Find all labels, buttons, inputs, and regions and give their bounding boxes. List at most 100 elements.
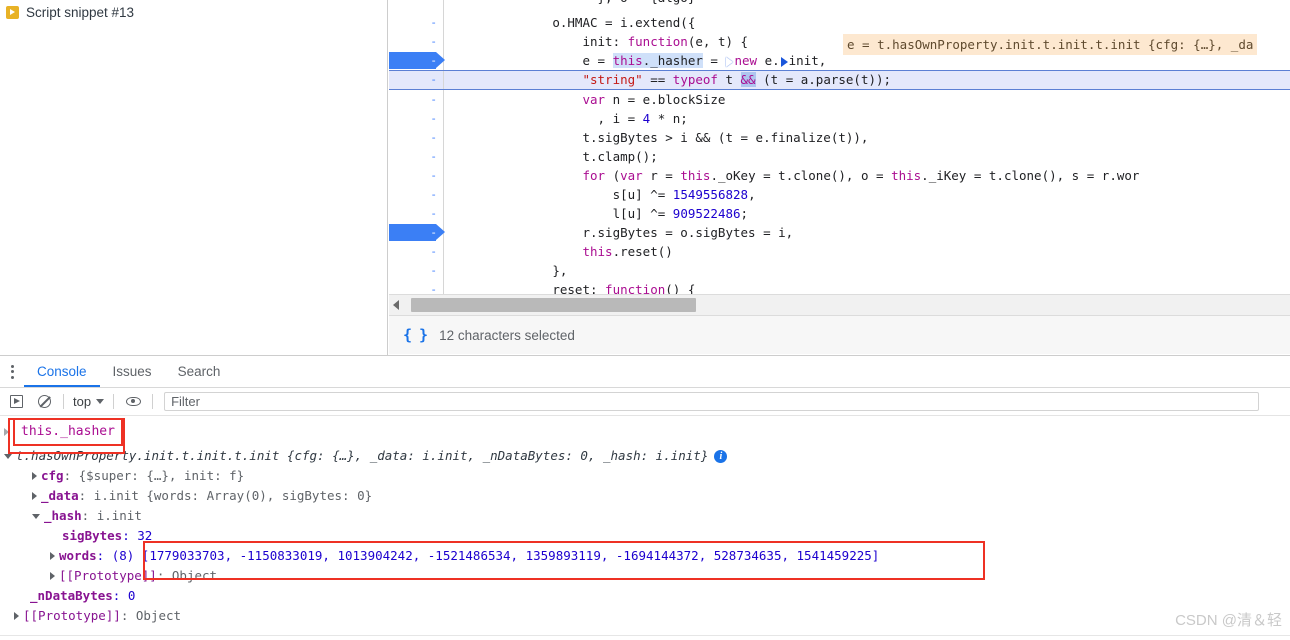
collapse-arrow-icon[interactable] bbox=[32, 513, 40, 519]
code-editor[interactable]: }, o = {algo} - o.HMAC = i.extend({ - in… bbox=[389, 0, 1290, 294]
code-line[interactable]: - o.HMAC = i.extend({ bbox=[389, 13, 1290, 32]
line-number: - bbox=[430, 54, 437, 67]
expand-arrow-icon[interactable] bbox=[4, 428, 9, 436]
property-value: : i.init bbox=[81, 508, 142, 523]
tab-console[interactable]: Console bbox=[24, 357, 100, 387]
property-value: : {$super: {…}, init: f} bbox=[63, 468, 245, 483]
clear-console-icon[interactable] bbox=[30, 388, 58, 415]
object-property-row[interactable]: sigBytes : 32 bbox=[0, 526, 1290, 546]
line-number: - bbox=[430, 35, 437, 48]
line-number: - bbox=[430, 283, 437, 294]
code-line-selected[interactable]: - "string" == typeof t && (t = a.parse(t… bbox=[389, 70, 1290, 90]
chevron-down-icon bbox=[96, 399, 105, 404]
live-expression-icon[interactable] bbox=[119, 388, 147, 415]
console-result-header: t.hasOwnProperty.init.t.init.t.init {cfg… bbox=[0, 446, 1290, 466]
drawer-bottom-edge bbox=[0, 635, 1290, 640]
property-value: : 32 bbox=[122, 528, 153, 543]
property-key: [[Prototype]] bbox=[23, 608, 121, 623]
console-output: this._hasher t.hasOwnProperty.init.t.ini… bbox=[0, 416, 1290, 626]
scrollbar-thumb[interactable] bbox=[411, 298, 696, 312]
line-number: - bbox=[430, 264, 437, 277]
collapse-arrow-icon[interactable] bbox=[4, 453, 12, 459]
code-line-text: reset: function() { bbox=[552, 282, 696, 294]
toolbar-divider bbox=[152, 394, 154, 409]
object-preview-text: t.hasOwnProperty.init.t.init.t.init {cfg… bbox=[16, 448, 709, 463]
code-line-text: e = this._hasher = new e. init, bbox=[582, 53, 827, 68]
top-area: Script snippet #13 }, o = {algo} - o.HMA… bbox=[0, 0, 1290, 355]
line-number: - bbox=[430, 207, 437, 220]
code-line[interactable]: - }, bbox=[389, 261, 1290, 280]
line-number: - bbox=[430, 16, 437, 29]
expand-arrow-icon[interactable] bbox=[32, 472, 37, 480]
tab-issues[interactable]: Issues bbox=[100, 357, 165, 387]
code-line[interactable]: }, o = {algo} bbox=[389, 0, 1290, 13]
object-property-row[interactable]: _nDataBytes : 0 bbox=[0, 586, 1290, 606]
object-property-row[interactable]: cfg : {$super: {…}, init: f} bbox=[0, 466, 1290, 486]
object-property-row[interactable]: [[Prototype]] : Object bbox=[0, 606, 1290, 626]
watermark: CSDN @清＆轻 bbox=[1175, 612, 1282, 629]
snippets-panel: Script snippet #13 bbox=[0, 0, 388, 355]
snippet-list-item[interactable]: Script snippet #13 bbox=[0, 1, 387, 23]
property-key: words bbox=[59, 548, 97, 563]
editor-horizontal-scrollbar[interactable] bbox=[389, 294, 1290, 315]
code-line-text: r.sigBytes = o.sigBytes = i, bbox=[582, 225, 794, 240]
toolbar-divider bbox=[63, 394, 64, 409]
more-options-icon[interactable] bbox=[0, 356, 24, 387]
property-value: : Object bbox=[120, 608, 182, 623]
property-key: _hash bbox=[44, 508, 82, 523]
javascript-context-select[interactable]: top bbox=[69, 394, 108, 409]
line-number: - bbox=[430, 73, 437, 86]
line-number bbox=[389, 0, 444, 13]
expand-arrow-icon[interactable] bbox=[50, 572, 55, 580]
code-line[interactable]: - reset: function() { bbox=[389, 280, 1290, 294]
expand-arrow-icon[interactable] bbox=[50, 552, 55, 560]
code-line[interactable]: - init: function(e, t) { e = t.hasOwnPro… bbox=[389, 32, 1290, 55]
property-key: _nDataBytes bbox=[30, 588, 113, 603]
code-line[interactable]: - , i = 4 * n; bbox=[389, 109, 1290, 128]
expand-arrow-icon[interactable] bbox=[32, 492, 37, 500]
execute-context-icon[interactable] bbox=[2, 388, 30, 415]
drawer-tab-bar: Console Issues Search bbox=[0, 356, 1290, 388]
code-line-text: for (var r = this._oKey = t.clone(), o =… bbox=[582, 168, 1140, 183]
snippet-label: Script snippet #13 bbox=[26, 4, 135, 20]
code-line-text: var n = e.blockSize bbox=[582, 92, 726, 107]
line-number: - bbox=[430, 112, 437, 125]
context-label: top bbox=[73, 394, 92, 409]
property-key: _data bbox=[41, 488, 79, 503]
line-number: - bbox=[430, 93, 437, 106]
code-line-with-breakpoint[interactable]: - e = this._hasher = new e. init, bbox=[389, 51, 1290, 70]
console-filter-input[interactable]: Filter bbox=[164, 392, 1260, 411]
expand-arrow-icon[interactable] bbox=[14, 612, 19, 620]
editor-status-bar: { } 12 characters selected bbox=[389, 315, 1290, 354]
code-line[interactable]: - l[u] ^= 909522486; bbox=[389, 204, 1290, 223]
console-toolbar: top Filter bbox=[0, 388, 1290, 416]
devtools-drawer: Console Issues Search top Filter this._h… bbox=[0, 355, 1290, 640]
scroll-left-icon[interactable] bbox=[393, 300, 399, 310]
code-line[interactable]: - t.clamp(); bbox=[389, 147, 1290, 166]
code-line[interactable]: - s[u] ^= 1549556828, bbox=[389, 185, 1290, 204]
code-line-text: o.HMAC = i.extend({ bbox=[552, 15, 696, 30]
snippet-play-icon bbox=[6, 5, 19, 19]
property-value: : (8) [1779033703, -1150833019, 10139042… bbox=[96, 548, 880, 563]
selection-status-text: 12 characters selected bbox=[439, 327, 575, 343]
line-number: - bbox=[430, 131, 437, 144]
object-property-row[interactable]: _hash : i.init bbox=[0, 506, 1290, 526]
line-number: - bbox=[430, 150, 437, 163]
toolbar-divider bbox=[113, 394, 115, 409]
line-number: - bbox=[430, 245, 437, 258]
line-number: - bbox=[430, 169, 437, 182]
code-line-with-breakpoint[interactable]: - r.sigBytes = o.sigBytes = i, bbox=[389, 223, 1290, 242]
object-property-row[interactable]: words : (8) [1779033703, -1150833019, 10… bbox=[0, 546, 1290, 566]
code-line[interactable]: - t.sigBytes > i && (t = e.finalize(t)), bbox=[389, 128, 1290, 147]
object-property-row[interactable]: [[Prototype]] : Object bbox=[0, 566, 1290, 586]
property-value: : Object bbox=[156, 568, 218, 583]
info-badge-icon[interactable]: i bbox=[714, 449, 728, 463]
code-line-text: "string" == typeof t && (t = a.parse(t))… bbox=[582, 72, 892, 87]
code-line[interactable]: - var n = e.blockSize bbox=[389, 90, 1290, 109]
code-line-text: l[u] ^= 909522486; bbox=[612, 206, 749, 221]
code-line[interactable]: - for (var r = this._oKey = t.clone(), o… bbox=[389, 166, 1290, 185]
tab-search[interactable]: Search bbox=[165, 357, 234, 387]
braces-icon[interactable]: { } bbox=[403, 326, 428, 344]
object-property-row[interactable]: _data : i.init {words: Array(0), sigByte… bbox=[0, 486, 1290, 506]
code-line[interactable]: - this.reset() bbox=[389, 242, 1290, 261]
